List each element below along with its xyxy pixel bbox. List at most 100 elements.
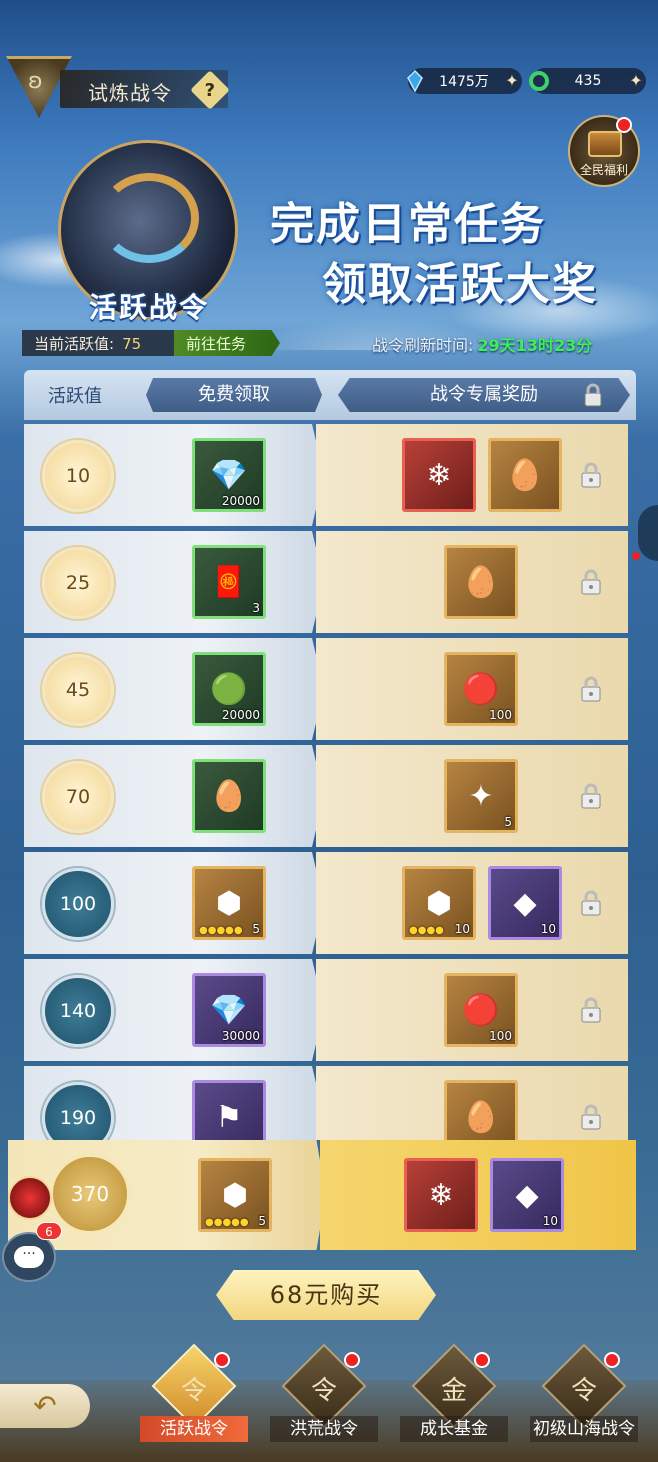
reward-count: 5 bbox=[252, 922, 260, 936]
reward-item[interactable]: ❄ bbox=[404, 1158, 478, 1232]
back-arrow-icon: ↶ bbox=[33, 1389, 57, 1422]
reward-item[interactable]: 🔴 100 bbox=[444, 652, 518, 726]
reward-item[interactable]: ◆ 10 bbox=[490, 1158, 564, 1232]
lock-icon bbox=[581, 569, 601, 595]
reward-table-header: 活跃值 免费领取 战令专属奖励 bbox=[24, 370, 636, 420]
pass-reward-cell bbox=[320, 1140, 636, 1250]
reward-count: 20000 bbox=[221, 708, 260, 722]
tab-label: 洪荒战令 bbox=[270, 1416, 378, 1442]
red-envelope-icon[interactable] bbox=[8, 1176, 52, 1220]
emblem-label: 活跃战令 bbox=[88, 291, 209, 324]
reward-item[interactable]: ⬢ ●●●● 10 bbox=[402, 866, 476, 940]
qilin-icon bbox=[99, 173, 199, 263]
star-rating: ●●●● bbox=[409, 925, 444, 936]
reward-item-icon: ❄ bbox=[426, 457, 452, 493]
reward-item[interactable]: 🔴 100 bbox=[444, 973, 518, 1047]
reward-item[interactable]: 💎 30000 bbox=[192, 973, 266, 1047]
reward-count: 100 bbox=[489, 708, 512, 722]
star-rating: ●●●●● bbox=[205, 1217, 249, 1228]
reward-item[interactable]: ⬢ ●●●●● 5 bbox=[192, 866, 266, 940]
activity-threshold: 45 bbox=[42, 654, 114, 726]
lock-icon bbox=[581, 997, 601, 1023]
help-button[interactable]: ? bbox=[190, 70, 230, 110]
reward-row[interactable]: 25 🧧 3 🥚 bbox=[24, 531, 628, 635]
reward-item[interactable]: 🥚 bbox=[192, 759, 266, 833]
notification-dot bbox=[474, 1352, 490, 1368]
nav-tab[interactable]: 金成长基金 bbox=[394, 1343, 514, 1456]
buy-button[interactable]: 68元购买 bbox=[216, 1270, 436, 1320]
reward-row[interactable]: 140 💎 30000 🔴 100 bbox=[24, 959, 628, 1063]
reward-item[interactable]: 🧧 3 bbox=[192, 545, 266, 619]
column-activity: 活跃值 bbox=[48, 386, 102, 407]
reward-item-icon: 🟢 bbox=[210, 671, 248, 707]
reward-count: 5 bbox=[258, 1214, 266, 1228]
refresh-timer: 战令刷新时间: 29天13时23分 bbox=[372, 336, 593, 355]
welfare-label: 全民福利 bbox=[579, 163, 628, 177]
activity-bar: 当前活跃值: 75 前往任务 bbox=[22, 330, 280, 356]
title-plate: ʚ 试炼战令 ? bbox=[0, 56, 230, 122]
reward-row[interactable]: 10 💎 20000 ❄ 🥚 bbox=[24, 424, 628, 528]
reward-item-icon: ⬢ bbox=[215, 885, 243, 921]
reward-item-icon: 🥚 bbox=[210, 778, 248, 814]
currency-ring: 435 ✦ bbox=[529, 68, 646, 94]
reward-count: 10 bbox=[454, 922, 470, 936]
headline-line-2: 领取活跃大奖 bbox=[322, 259, 598, 310]
activity-threshold: 70 bbox=[42, 761, 114, 833]
reward-item[interactable]: ⬢ ●●●●● 5 bbox=[198, 1158, 272, 1232]
activity-threshold: 10 bbox=[42, 440, 114, 512]
reward-item[interactable]: 🟢 20000 bbox=[192, 652, 266, 726]
lock-icon bbox=[581, 890, 601, 916]
activity-threshold: 100 bbox=[42, 868, 114, 940]
welfare-button[interactable]: 全民福利 bbox=[568, 115, 640, 187]
goto-tasks-button[interactable]: 前往任务 bbox=[174, 330, 280, 356]
reward-count: 10 bbox=[540, 922, 556, 936]
reward-item-icon: ◆ bbox=[513, 885, 537, 921]
notification-dot bbox=[604, 1352, 620, 1368]
activity-threshold: 25 bbox=[42, 547, 114, 619]
reward-row-final[interactable]: 370 ⬢ ●●●●● 5 ❄ ◆ 10 bbox=[8, 1140, 636, 1250]
activity-threshold: 370 bbox=[50, 1154, 130, 1234]
currency-value: 435 bbox=[574, 73, 602, 89]
reward-row[interactable]: 70 🥚 ✦ 5 bbox=[24, 745, 628, 849]
reward-item-icon: ✦ bbox=[468, 778, 494, 814]
nav-tab[interactable]: 令洪荒战令 bbox=[264, 1343, 384, 1456]
reward-item[interactable]: 💎 20000 bbox=[192, 438, 266, 512]
reward-item[interactable]: 🥚 bbox=[444, 1080, 518, 1140]
reward-item[interactable]: 🥚 bbox=[488, 438, 562, 512]
reward-row[interactable]: 100 ⬢ ●●●●● 5 ⬢ ●●●● 10 ◆ 10 bbox=[24, 852, 628, 956]
currency-value: 1475万 bbox=[439, 74, 489, 90]
notification-dot bbox=[616, 117, 632, 133]
reward-item-icon: ❄ bbox=[428, 1177, 454, 1213]
reward-item[interactable]: ◆ 10 bbox=[488, 866, 562, 940]
current-activity: 当前活跃值: 75 bbox=[22, 330, 174, 356]
notification-dot bbox=[344, 1352, 360, 1368]
chest-icon bbox=[588, 131, 622, 157]
nav-tab[interactable]: 令活跃战令 bbox=[134, 1343, 254, 1456]
reward-item[interactable]: ⚑ bbox=[192, 1080, 266, 1140]
reward-item[interactable]: ✦ 5 bbox=[444, 759, 518, 833]
reward-item[interactable]: ❄ bbox=[402, 438, 476, 512]
lock-icon bbox=[581, 462, 601, 488]
tab-label: 成长基金 bbox=[400, 1416, 508, 1442]
reward-row[interactable]: 45 🟢 20000 🔴 100 bbox=[24, 638, 628, 742]
activity-threshold: 140 bbox=[42, 975, 114, 1047]
add-currency-button[interactable]: ✦ bbox=[626, 71, 646, 91]
add-currency-button[interactable]: ✦ bbox=[502, 71, 522, 91]
lock-icon bbox=[581, 1104, 601, 1130]
column-free: 免费领取 bbox=[146, 378, 322, 412]
jade-icon bbox=[407, 70, 423, 92]
reward-count: 10 bbox=[542, 1214, 558, 1228]
side-drawer-handle[interactable] bbox=[638, 505, 658, 561]
tab-label: 活跃战令 bbox=[140, 1416, 248, 1442]
reward-item-icon: ⬢ bbox=[425, 885, 453, 921]
reward-list[interactable]: 10 💎 20000 ❄ 🥚 25 🧧 3 🥚 45 🟢 20000 🔴 100 70 🥚 ✦ 5 100 ⬢ ●●●●… bbox=[24, 424, 630, 1140]
back-button[interactable]: ↶ bbox=[0, 1384, 90, 1428]
reward-item-icon: 🧧 bbox=[210, 564, 248, 600]
reward-row[interactable]: 190 ⚑ 🥚 bbox=[24, 1066, 628, 1140]
currency-jade: 1475万 ✦ bbox=[407, 68, 522, 94]
reward-item-icon: 🔴 bbox=[462, 671, 500, 707]
nav-tab[interactable]: 令初级山海战令 bbox=[524, 1343, 644, 1456]
lock-icon bbox=[584, 383, 602, 407]
reward-item[interactable]: 🥚 bbox=[444, 545, 518, 619]
reward-item-icon: ⚑ bbox=[215, 1099, 243, 1135]
